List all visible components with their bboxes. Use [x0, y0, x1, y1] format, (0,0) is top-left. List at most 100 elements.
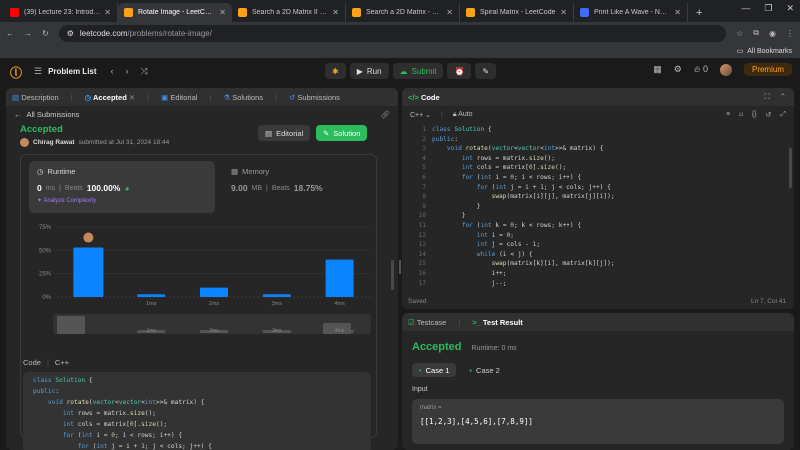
avatar[interactable]	[719, 63, 732, 76]
timer-button[interactable]: ⏰	[447, 63, 472, 79]
extensions-icon[interactable]: ⧉	[753, 28, 759, 38]
line-number: 1	[422, 126, 426, 133]
case-2-label: Case 2	[476, 365, 500, 375]
close-tab-icon[interactable]: ✕	[129, 93, 135, 102]
maximize-icon[interactable]: ❐	[764, 3, 772, 14]
tab-test-result[interactable]: >_ Test Result	[472, 318, 523, 327]
site-info-icon[interactable]: ⚙	[67, 29, 74, 38]
editor-footer: Saved Ln 7, Col 41	[408, 298, 786, 305]
tab-description[interactable]: ▤ Description	[12, 93, 59, 102]
star-icon[interactable]: ☆	[736, 29, 743, 38]
tab-submissions[interactable]: ↺ Submissions	[289, 93, 340, 102]
expand-icon[interactable]: ⛶	[764, 92, 769, 102]
code-line: int rows = matrix.size();	[461, 154, 555, 162]
lock-icon: 🔒︎	[452, 111, 457, 118]
close-tab-icon[interactable]: ✕	[332, 8, 339, 17]
runtime-box[interactable]: ◷ Runtime 0 ms | Beats 100.00% ◕ ✦ Analyz…	[29, 161, 215, 213]
close-tab-icon[interactable]: ✕	[446, 8, 453, 17]
y-tick-label: 75%	[39, 225, 52, 231]
runtime-unit: ms	[45, 184, 56, 192]
close-tab-icon[interactable]: ✕	[104, 8, 111, 17]
menu-icon[interactable]: ⋮	[786, 29, 794, 38]
close-tab-icon[interactable]: ✕	[560, 8, 567, 17]
editor-scrollbar[interactable]	[789, 148, 792, 188]
alarm-icon: ⏰	[454, 66, 465, 76]
debug-button[interactable]: ✱	[325, 63, 346, 79]
streak[interactable]: 🔥︎ 0	[694, 64, 708, 75]
tab-favicon-icon	[10, 8, 19, 17]
close-tab-icon[interactable]: ✕	[219, 8, 226, 17]
url-field[interactable]: ⚙ leetcode.com/problems/rotate-image/	[58, 24, 727, 42]
all-submissions-link[interactable]: ← All Submissions 🔗︎	[6, 106, 398, 122]
format-icon[interactable]: ≡	[726, 111, 730, 119]
notes-button[interactable]: ✎	[475, 63, 497, 79]
tab-title: Spiral Matrix - LeetCode	[480, 9, 556, 16]
run-button[interactable]: ▶ Run	[349, 63, 389, 79]
prev-problem-icon[interactable]: ‹	[111, 66, 114, 76]
reload-icon[interactable]: ↻	[42, 29, 49, 38]
profile-icon[interactable]: ◉	[769, 29, 776, 38]
editorial-button[interactable]: ▤ Editorial	[258, 125, 311, 141]
left-scrollbar[interactable]	[391, 260, 394, 290]
checkbox-icon: ☑	[408, 317, 415, 327]
panel-resize-handle[interactable]	[399, 260, 401, 274]
close-tab-icon[interactable]: ✕	[674, 8, 681, 17]
settings-icon[interactable]: ⚙	[674, 64, 682, 75]
line-number: 10	[418, 212, 426, 220]
code-panel-header: </> Code ⛶ ⌃	[402, 88, 794, 106]
tab-accepted[interactable]: ◷ Accepted ✕	[85, 93, 136, 102]
code-line: int cols = matrix[0].size();	[461, 164, 567, 172]
all-bookmarks[interactable]: All Bookmarks	[747, 48, 792, 55]
browser-tab-3[interactable]: Search a 2D Matrix - LeetC ✕	[346, 3, 460, 22]
submit-button[interactable]: ☁ Submit	[392, 63, 444, 79]
navigator-label: 1ms	[146, 328, 156, 334]
browser-tab-2[interactable]: Search a 2D Matrix II - Lee ✕	[232, 3, 346, 22]
case-2-button[interactable]: • Case 2	[462, 363, 506, 377]
fullscreen-icon[interactable]: ⤢	[780, 111, 786, 119]
collapse-icon[interactable]: ⌃	[780, 92, 786, 102]
pencil-icon: ✎	[323, 128, 330, 138]
browser-tab-4[interactable]: Spiral Matrix - LeetCode ✕	[460, 3, 574, 22]
solution-button[interactable]: ✎ Solution	[316, 125, 368, 141]
reset-icon[interactable]: ↺	[766, 111, 772, 119]
author-name[interactable]: Chirag Rawat	[33, 139, 75, 146]
submit-label: Submit	[411, 66, 437, 76]
minimize-icon[interactable]: —	[741, 3, 750, 14]
new-tab-button[interactable]: +	[688, 7, 710, 22]
problem-list-link[interactable]: Problem List	[48, 67, 96, 76]
back-icon[interactable]: ←	[6, 29, 14, 38]
run-label: Run	[366, 66, 382, 76]
memory-box[interactable]: ▦ Memory 9.00 MB | Beats 18.75%	[223, 161, 373, 213]
tab-testcase[interactable]: ☑ Testcase	[408, 318, 446, 327]
language-select[interactable]: C++ ⌄	[410, 111, 431, 119]
browser-tab-0[interactable]: (39) Lecture 23: Introductio ✕	[4, 3, 118, 22]
close-window-icon[interactable]: ✕	[786, 3, 794, 14]
list-icon[interactable]: ☰	[34, 66, 42, 77]
code-line: j--;	[432, 279, 507, 287]
input-value: [[1,2,3],[4,5,6],[7,8,9]]	[420, 417, 533, 426]
premium-button[interactable]: Premium	[743, 63, 792, 76]
browser-tab-1[interactable]: Rotate Image - LeetCode ✕	[118, 3, 232, 22]
share-link-icon[interactable]: 🔗︎	[380, 110, 390, 119]
layout-icon[interactable]: ▦	[653, 64, 662, 75]
code-editor[interactable]: 1 class Solution {2 public: 3 void rotate(v…	[402, 125, 794, 305]
shuffle-icon[interactable]: ⤨	[141, 66, 148, 77]
case-1-button[interactable]: • Case 1	[412, 363, 457, 377]
forward-icon[interactable]: →	[24, 29, 32, 38]
history-icon: ↺	[289, 92, 296, 102]
braces-icon[interactable]: {}	[752, 111, 757, 119]
browser-tab-5[interactable]: Print Like A Wave - Naukri ✕	[574, 3, 688, 22]
leetcode-logo-icon[interactable]: ⓛ	[10, 64, 22, 80]
tab-editorial-label: Editorial	[170, 92, 198, 102]
line-number: 5	[422, 164, 426, 172]
runtime-value: 0	[37, 183, 42, 193]
code-line: int cols = matrix[0].size();	[62, 421, 168, 428]
autocomplete-mode[interactable]: 🔒︎ Auto	[453, 111, 473, 119]
analyze-complexity-link[interactable]: ✦ Analyze Complexity	[37, 197, 207, 204]
tab-editorial[interactable]: ▣ Editorial	[161, 93, 197, 102]
bookmark-icon[interactable]: ⌑	[739, 111, 743, 119]
tab-favicon-icon	[124, 8, 133, 17]
next-problem-icon[interactable]: ›	[126, 66, 129, 76]
tab-solutions[interactable]: ⚗ Solutions	[223, 93, 263, 102]
runtime-distribution-chart: 0% 25% 50% 75% 1ms 2ms 3ms 4ms 1ms 2ms 3ms 4ms	[39, 225, 371, 334]
